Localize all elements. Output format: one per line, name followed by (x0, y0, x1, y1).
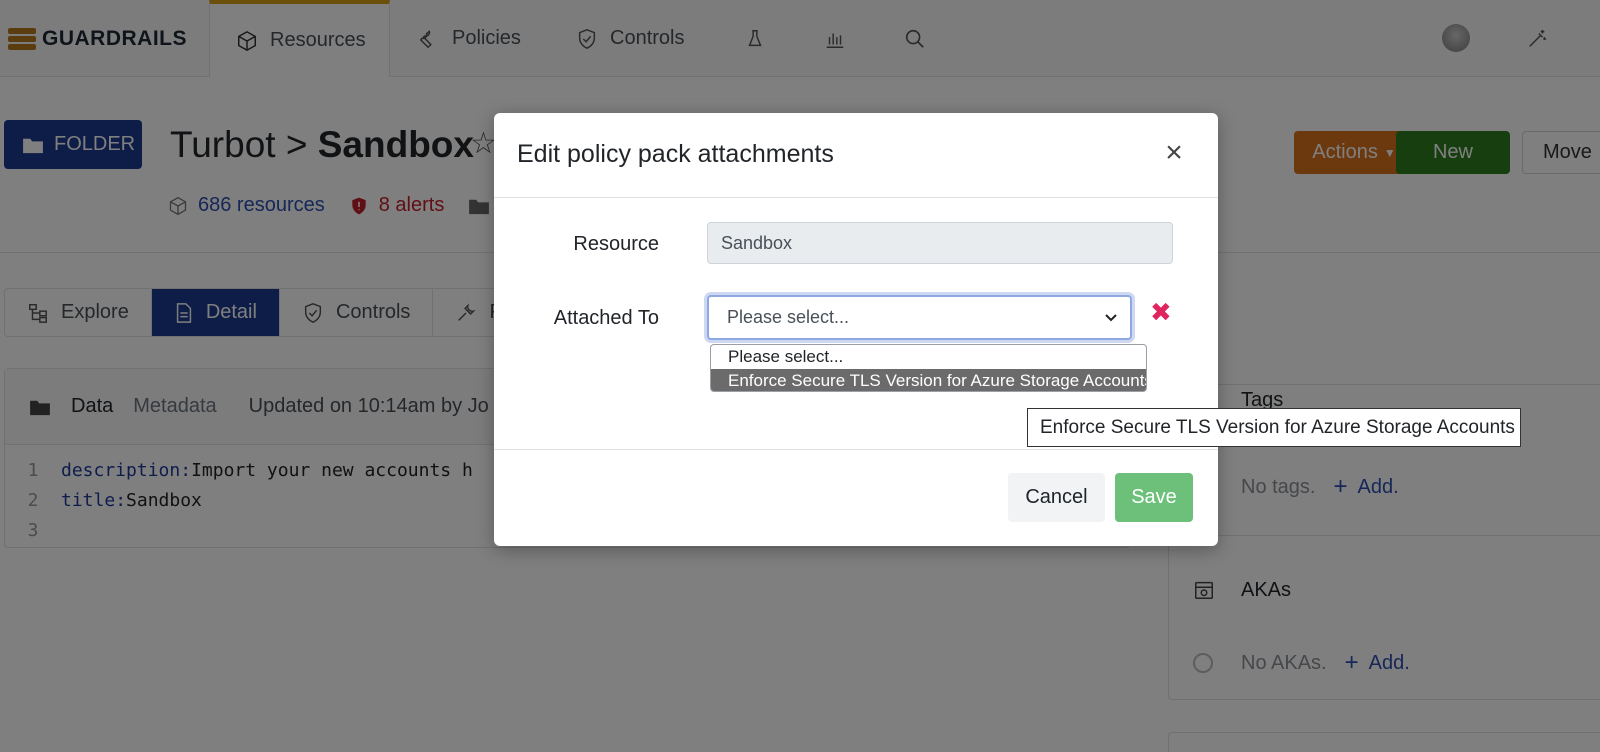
clear-selection-icon[interactable]: ✖ (1150, 297, 1172, 328)
attached-to-dropdown: Please select... Enforce Secure TLS Vers… (710, 344, 1147, 392)
modal-footer-divider (494, 449, 1218, 450)
select-value: Please select... (727, 307, 850, 327)
resource-field[interactable]: Sandbox (707, 222, 1173, 264)
cancel-button-label: Cancel (1025, 486, 1088, 508)
edit-policy-pack-modal: Edit policy pack attachments × Resource … (494, 113, 1218, 546)
close-icon[interactable]: × (1158, 135, 1190, 171)
cancel-button[interactable]: Cancel (1008, 473, 1105, 522)
attached-to-select[interactable]: Please select... (707, 295, 1132, 340)
dropdown-option[interactable]: Please select... (711, 345, 1146, 369)
modal-title: Edit policy pack attachments (517, 140, 834, 168)
option-tooltip: Enforce Secure TLS Version for Azure Sto… (1027, 408, 1521, 447)
save-button[interactable]: Save (1115, 473, 1193, 522)
resource-label: Resource (573, 233, 659, 255)
dropdown-option[interactable]: Enforce Secure TLS Version for Azure Sto… (711, 369, 1146, 391)
modal-header: Edit policy pack attachments × (494, 113, 1218, 198)
attached-to-label: Attached To (553, 307, 659, 329)
save-button-label: Save (1131, 486, 1177, 508)
chevron-down-icon (1105, 314, 1117, 322)
